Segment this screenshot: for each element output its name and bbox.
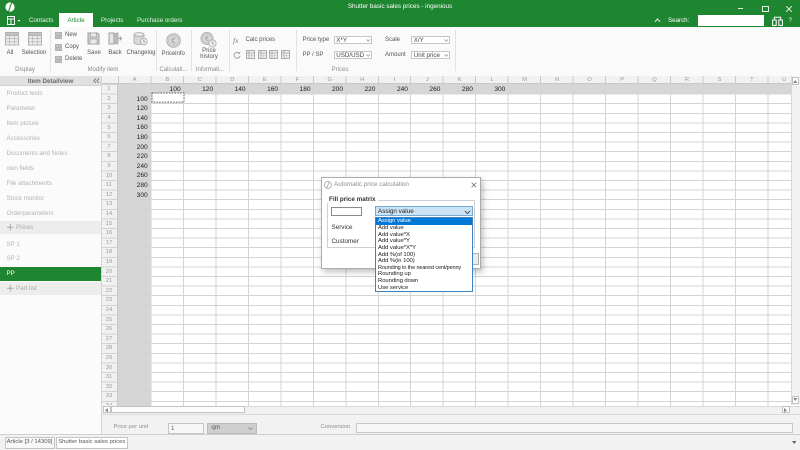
svg-text:€: € <box>205 34 209 43</box>
svg-text:€: € <box>171 36 176 45</box>
